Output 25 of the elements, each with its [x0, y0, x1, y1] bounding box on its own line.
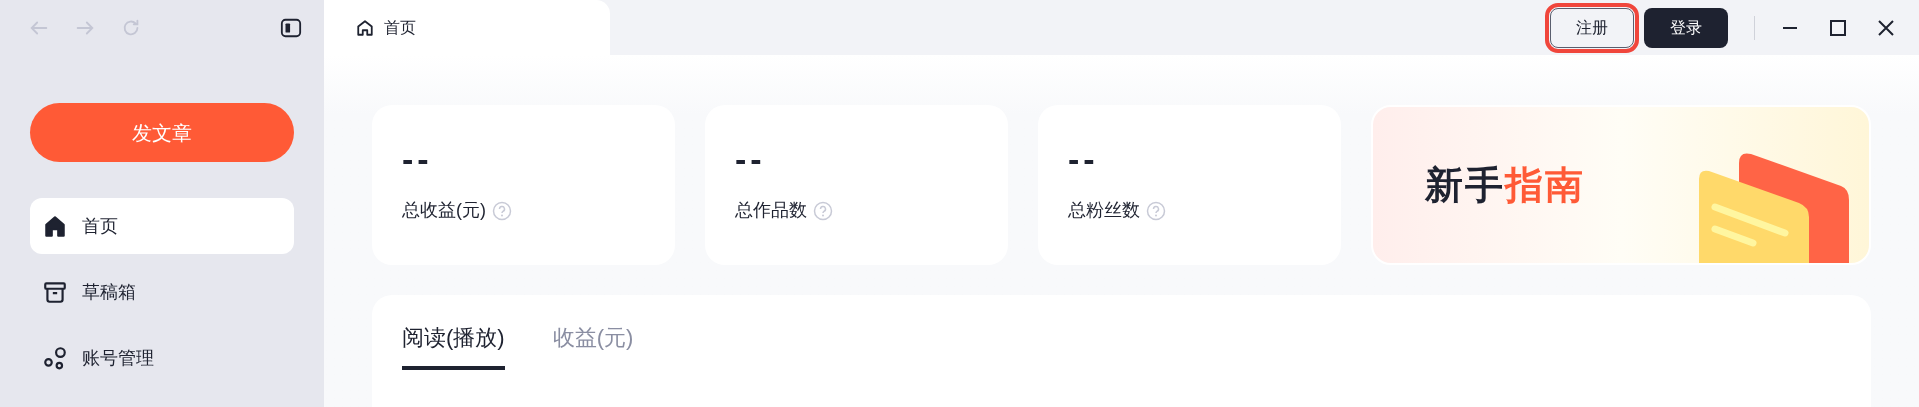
login-button[interactable]: 登录	[1644, 7, 1728, 48]
help-icon[interactable]	[1146, 200, 1166, 221]
home-icon	[356, 18, 374, 37]
home-icon	[42, 213, 68, 239]
sidebar-item[interactable]: 首页	[30, 198, 294, 254]
circles-icon	[42, 345, 68, 371]
stat-label: 总粉丝数	[1068, 199, 1140, 222]
maximize-icon[interactable]	[1829, 18, 1847, 37]
sidebar-toggle-icon[interactable]	[280, 16, 302, 39]
stat-label: 总作品数	[735, 199, 807, 222]
stat-value: --	[402, 139, 434, 179]
stat-value: --	[735, 139, 767, 179]
stat-label: 总收益(元)	[402, 199, 486, 222]
guide-banner[interactable]: 新手指南	[1371, 105, 1871, 265]
guide-title: 新手指南	[1425, 162, 1585, 208]
tab[interactable]: 首页	[324, 0, 610, 55]
tab-label: 首页	[384, 17, 416, 38]
stat-value: --	[1068, 139, 1100, 179]
panel-tab[interactable]: 阅读(播放)	[402, 321, 505, 370]
help-icon[interactable]	[492, 200, 512, 221]
close-icon[interactable]	[1877, 18, 1895, 37]
sidebar-item[interactable]: 草稿箱	[30, 264, 294, 320]
sidebar-item[interactable]: 账号管理	[30, 330, 294, 386]
help-icon[interactable]	[813, 200, 833, 221]
archive-icon	[42, 279, 68, 305]
